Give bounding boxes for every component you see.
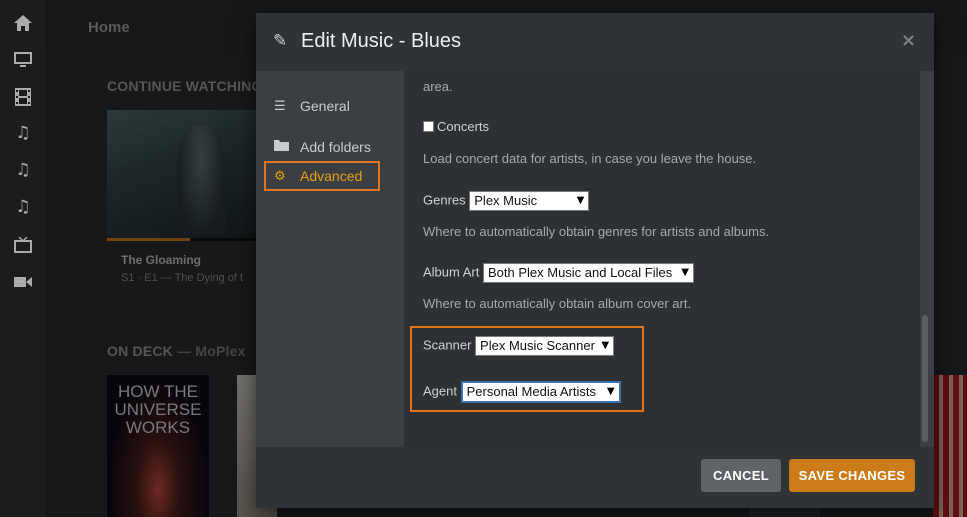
save-changes-button[interactable]: SAVE CHANGES bbox=[789, 459, 915, 492]
album-art-select[interactable]: Both Plex Music and Local Files ▼ bbox=[482, 263, 694, 283]
close-icon[interactable]: × bbox=[901, 30, 916, 51]
settings-panel: area. Concerts Load concert data for art… bbox=[404, 71, 920, 447]
edit-library-dialog: ✎ Edit Music - Blues × ☰ General Add fol… bbox=[256, 13, 934, 508]
scrollbar[interactable] bbox=[922, 315, 928, 442]
dropdown-arrow-icon: ▼ bbox=[601, 340, 610, 351]
album-art-select-value: Both Plex Music and Local Files bbox=[487, 265, 673, 280]
concerts-checkbox[interactable] bbox=[423, 121, 434, 132]
gear-icon: ⚙ bbox=[274, 168, 286, 184]
album-art-help: Where to automatically obtain album cove… bbox=[423, 296, 692, 311]
film-icon[interactable] bbox=[12, 86, 34, 108]
cancel-button[interactable]: CANCEL bbox=[701, 459, 781, 492]
genres-select-value: Plex Music bbox=[474, 193, 538, 208]
tv-icon[interactable] bbox=[12, 234, 34, 256]
agent-select[interactable]: Personal Media Artists ▼ bbox=[460, 381, 621, 403]
area-text: area. bbox=[423, 79, 453, 94]
concerts-row: Concerts bbox=[423, 119, 489, 134]
monitor-icon[interactable] bbox=[12, 49, 34, 71]
agent-row: Agent Personal Media Artists ▼ bbox=[423, 381, 621, 403]
sidebar-item-label: General bbox=[300, 98, 350, 114]
scanner-select-value: Plex Music Scanner bbox=[480, 338, 595, 353]
scanner-label: Scanner bbox=[423, 337, 472, 353]
list-icon: ☰ bbox=[274, 98, 286, 114]
nav-rail: ♫ ♫ ♫ bbox=[0, 0, 45, 517]
sidebar-item-advanced[interactable]: ⚙ Advanced bbox=[264, 161, 380, 191]
sidebar-item-add-folders[interactable]: Add folders bbox=[264, 132, 380, 162]
video-camera-icon[interactable] bbox=[12, 271, 34, 293]
genres-select[interactable]: Plex Music ▼ bbox=[469, 191, 590, 211]
dropdown-arrow-icon: ▼ bbox=[576, 195, 585, 206]
dropdown-arrow-icon: ▼ bbox=[606, 386, 615, 397]
music-icon[interactable]: ♫ bbox=[12, 196, 34, 218]
agent-select-value: Personal Media Artists bbox=[466, 384, 596, 399]
concerts-help: Load concert data for artists, in case y… bbox=[423, 151, 757, 166]
dialog-title: Edit Music - Blues bbox=[301, 30, 462, 52]
music-icon[interactable]: ♫ bbox=[12, 122, 34, 144]
pencil-icon: ✎ bbox=[273, 31, 288, 51]
agent-label: Agent bbox=[423, 383, 457, 399]
folder-icon bbox=[274, 139, 292, 155]
dropdown-arrow-icon: ▼ bbox=[681, 267, 689, 278]
scanner-select[interactable]: Plex Music Scanner ▼ bbox=[475, 336, 615, 356]
genres-help: Where to automatically obtain genres for… bbox=[423, 224, 770, 239]
sidebar-item-label: Advanced bbox=[300, 168, 363, 184]
home-icon[interactable] bbox=[12, 12, 34, 34]
dialog-sidebar: ☰ General Add folders ⚙ Advanced bbox=[256, 71, 404, 447]
album-art-row: Album Art Both Plex Music and Local File… bbox=[423, 263, 694, 283]
scanner-row: Scanner Plex Music Scanner ▼ bbox=[423, 336, 615, 356]
dialog-header: ✎ Edit Music - Blues × bbox=[256, 13, 934, 71]
album-art-label: Album Art bbox=[423, 264, 480, 280]
sidebar-item-general[interactable]: ☰ General bbox=[264, 91, 380, 121]
music-icon[interactable]: ♫ bbox=[12, 159, 34, 181]
genres-row: Genres Plex Music ▼ bbox=[423, 191, 590, 211]
sidebar-item-label: Add folders bbox=[300, 139, 371, 155]
concerts-label[interactable]: Concerts bbox=[437, 119, 489, 134]
genres-label: Genres bbox=[423, 192, 466, 208]
